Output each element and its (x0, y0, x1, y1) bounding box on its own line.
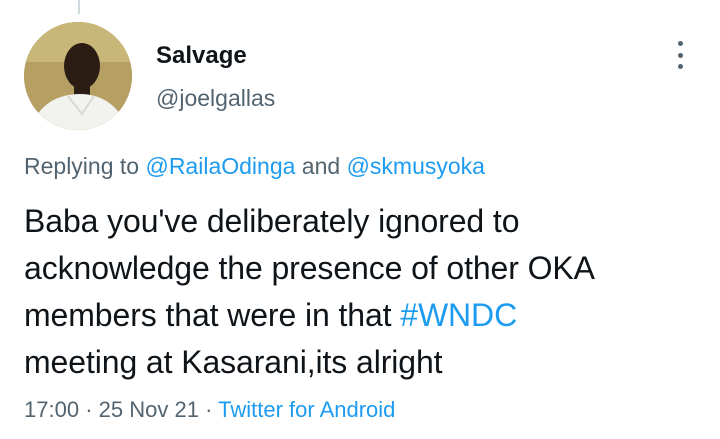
more-vertical-icon[interactable] (669, 38, 691, 72)
meta-separator: · (85, 397, 93, 422)
tweet-text-line: members that were in that #WNDC (24, 292, 704, 339)
avatar-photo (24, 22, 132, 130)
avatar[interactable] (24, 22, 132, 130)
tweet-source-link[interactable]: Twitter for Android (218, 397, 395, 422)
tweet-text-segment: members that were in that (24, 297, 392, 333)
display-name[interactable]: Salvage (156, 42, 247, 70)
more-dot (677, 64, 683, 69)
meta-separator: · (205, 397, 213, 422)
tweet-metadata: 17:00 · 25 Nov 21 · Twitter for Android (24, 395, 395, 425)
more-dot (677, 41, 683, 46)
more-dot (677, 52, 683, 58)
tweet-time[interactable]: 17:00 (24, 397, 79, 422)
replying-and: and (301, 153, 341, 179)
tweet-text-line: meeting at Kasarani,its alright (24, 344, 443, 380)
tweet-date[interactable]: 25 Nov 21 (99, 397, 199, 422)
tweet-text: Baba you've deliberately ignored to ackn… (24, 198, 704, 386)
mention-link-skmusyoka[interactable]: @skmusyoka (347, 153, 485, 179)
tweet-text-line: acknowledge the presence of other OKA (24, 250, 595, 286)
thread-connector-line (78, 0, 80, 14)
replying-prefix: Replying to (24, 153, 140, 179)
hashtag-link[interactable]: #WNDC (400, 297, 517, 333)
replying-to: Replying to @RailaOdinga and @skmusyoka (24, 151, 485, 181)
user-handle[interactable]: @joelgallas (156, 84, 275, 112)
tweet-text-line: Baba you've deliberately ignored to (24, 203, 520, 239)
mention-link-raila[interactable]: @RailaOdinga (145, 153, 295, 179)
